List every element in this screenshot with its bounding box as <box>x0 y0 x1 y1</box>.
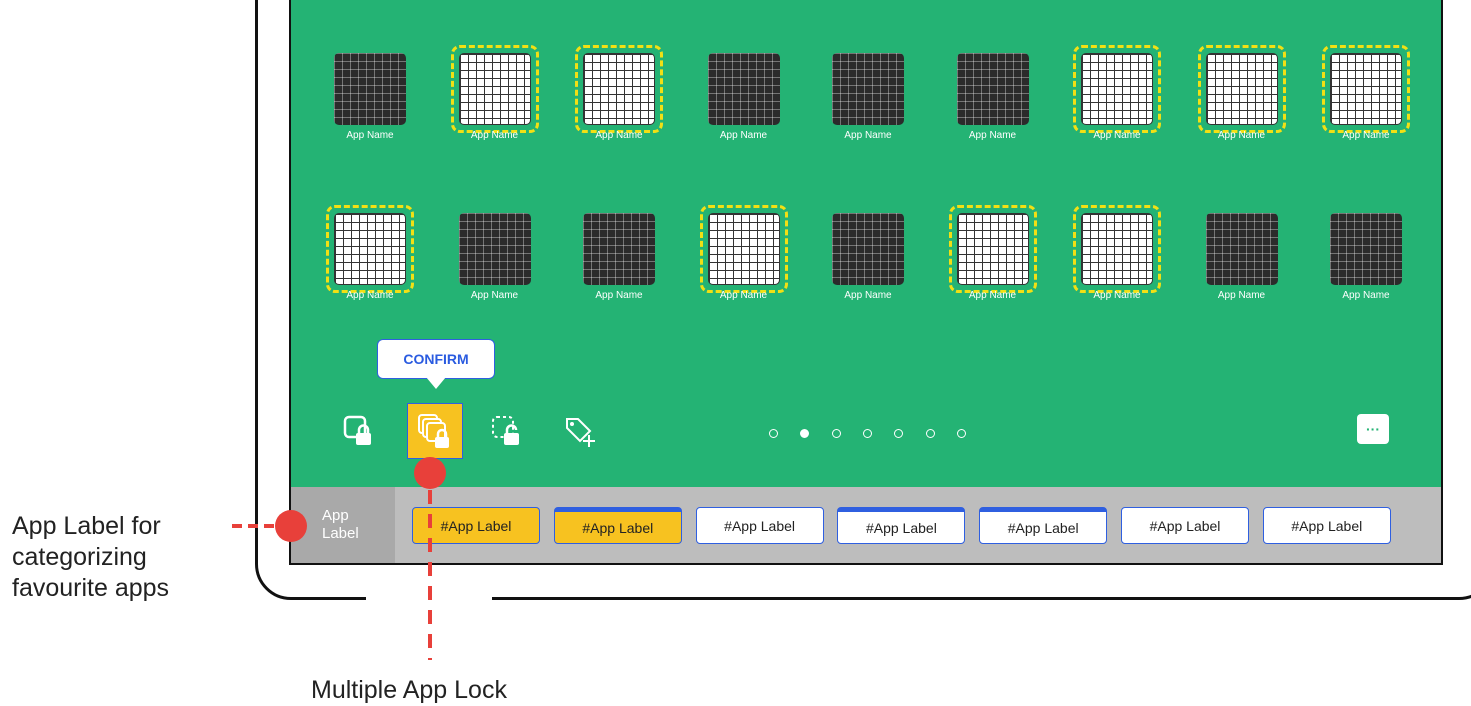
app-icon <box>458 213 531 285</box>
app-icon <box>334 53 406 125</box>
app-icon <box>707 213 780 285</box>
app-name: App Name <box>595 290 643 301</box>
app-name: App Name <box>1093 290 1141 301</box>
app-icon <box>1330 53 1402 125</box>
app-label-chip[interactable]: #App Label <box>979 507 1108 544</box>
app-name: App Name <box>470 130 519 141</box>
app-label-chip[interactable]: #App Label <box>1121 507 1249 544</box>
app-label-chip[interactable]: #App Label <box>837 507 966 544</box>
app-name: App Name <box>844 130 892 141</box>
page-dot[interactable] <box>862 429 872 438</box>
single-app-lock-button[interactable] <box>331 403 387 459</box>
page-dot[interactable] <box>956 429 966 438</box>
multi-lock-connector <box>428 490 432 660</box>
app-icon <box>1330 213 1402 285</box>
app-icon <box>1081 213 1153 285</box>
app-item[interactable]: App Name <box>1067 205 1167 323</box>
app-icon <box>1081 53 1153 125</box>
app-icon <box>832 213 904 285</box>
app-name: App Name <box>719 290 768 301</box>
app-item[interactable]: App Name <box>943 205 1043 323</box>
app-item[interactable]: App Name <box>320 53 420 163</box>
page-dot[interactable] <box>831 429 841 438</box>
page-dot[interactable] <box>894 429 904 438</box>
app-icon <box>334 213 406 285</box>
app-name: App Name <box>719 130 768 141</box>
app-name: App Name <box>470 290 519 301</box>
app-icon <box>458 53 531 125</box>
app-icon <box>1205 213 1278 285</box>
multiple-app-lock-button[interactable] <box>407 403 463 459</box>
app-item[interactable]: App Name <box>694 53 794 163</box>
app-icon <box>583 213 655 285</box>
confirm-tooltip-arrow <box>426 377 446 389</box>
app-name: App Name <box>1342 290 1390 301</box>
app-item[interactable]: App Name <box>1316 45 1416 163</box>
app-label-connector <box>232 524 280 528</box>
page-dot[interactable] <box>925 429 935 438</box>
multi-lock-marker <box>414 457 446 489</box>
unlock-icon <box>492 416 519 445</box>
app-item[interactable]: App Name <box>320 205 420 323</box>
single-app-lock-icon <box>343 415 371 445</box>
app-item[interactable]: App Name <box>1316 213 1416 323</box>
app-icon <box>956 213 1029 285</box>
app-item[interactable]: App Name <box>818 53 918 163</box>
label-bar-title-line2: Label <box>322 525 359 542</box>
multiple-app-lock-icon <box>418 414 449 448</box>
label-bar-title-line1: App <box>322 507 349 524</box>
app-item[interactable]: App Name <box>1192 213 1292 323</box>
app-label-annotation-line2: categorizing <box>12 543 147 571</box>
app-name: App Name <box>1342 130 1390 141</box>
app-name: App Name <box>595 130 643 141</box>
app-icon <box>583 53 655 125</box>
app-name: App Name <box>1093 130 1141 141</box>
add-tag-icon <box>566 418 595 447</box>
app-item[interactable]: App Name <box>818 213 918 323</box>
app-label-chip[interactable]: #App Label <box>553 507 682 544</box>
app-icon <box>1205 53 1278 125</box>
app-name: App Name <box>1217 290 1266 301</box>
app-label-bar: App Label #App Label #App Label #App Label… <box>291 487 1441 563</box>
app-icon <box>832 53 904 125</box>
app-item[interactable]: App Name <box>1067 45 1167 163</box>
page-dot[interactable] <box>800 429 810 438</box>
app-name: App Name <box>346 290 394 301</box>
app-item[interactable]: App Name <box>569 45 669 163</box>
page-dot[interactable] <box>769 429 778 438</box>
app-label-marker <box>275 510 307 542</box>
app-item[interactable]: App Name <box>569 213 669 323</box>
app-name: App Name <box>844 290 892 301</box>
chat-button[interactable]: ··· <box>1357 414 1389 444</box>
chat-icon: ··· <box>1366 421 1380 437</box>
app-icon <box>956 53 1029 125</box>
app-label-annotation-line1: App Label for <box>12 512 161 540</box>
app-icon <box>707 53 780 125</box>
app-name: App Name <box>968 130 1017 141</box>
app-item[interactable]: App Name <box>943 53 1043 163</box>
app-label-chip[interactable]: #App Label <box>1262 507 1391 544</box>
app-label-chip[interactable]: #App Label <box>695 507 824 544</box>
app-item[interactable]: App Name <box>1192 45 1292 163</box>
app-label-annotation: App Label for categorizing favourite app… <box>12 511 169 604</box>
app-name: App Name <box>968 290 1017 301</box>
app-name: App Name <box>346 130 394 141</box>
app-item[interactable]: App Name <box>694 205 794 323</box>
app-name: App Name <box>1217 130 1266 141</box>
multi-lock-annotation: Multiple App Lock <box>311 676 507 704</box>
confirm-button[interactable]: CONFIRM <box>377 339 495 379</box>
add-tag-button[interactable] <box>551 403 607 459</box>
app-item[interactable]: App Name <box>445 45 545 163</box>
app-item[interactable]: App Name <box>445 213 545 323</box>
app-label-annotation-line3: favourite apps <box>12 574 170 602</box>
tablet-screen: App Name App Name App Name App Name App Name… <box>289 0 1443 565</box>
unlock-button[interactable] <box>479 403 535 459</box>
